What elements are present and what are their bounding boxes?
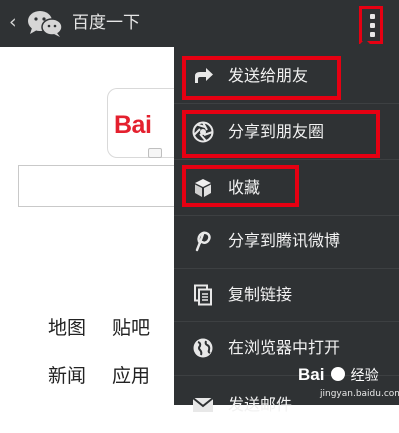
link-news[interactable]: 新闻 bbox=[48, 364, 86, 388]
share-menu: 发送给朋友 分享到朋友圈 收藏 分享到腾讯微博 复制链接 在浏览器中打开 发送邮… bbox=[174, 47, 399, 414]
link-map[interactable]: 地图 bbox=[48, 316, 86, 340]
link-tieba[interactable]: 贴吧 bbox=[112, 316, 150, 340]
divider bbox=[174, 159, 399, 160]
baidu-jingyan-watermark: Bai 经验 jingyan.baidu.com bbox=[298, 365, 399, 399]
chevron-left-icon[interactable]: ‹ bbox=[9, 10, 17, 34]
highlight-box-share-moments bbox=[182, 110, 380, 158]
menu-item-label: 发送邮件 bbox=[228, 395, 293, 414]
globe-icon bbox=[193, 338, 213, 358]
menu-item-share-weibo[interactable]: 分享到腾讯微博 bbox=[174, 215, 399, 269]
menu-item-label: 分享到腾讯微博 bbox=[228, 231, 341, 250]
page-title: 百度一下 bbox=[72, 13, 140, 33]
menu-item-label: 复制链接 bbox=[228, 285, 293, 304]
watermark-brand: Bai bbox=[298, 365, 325, 384]
highlight-box-send-to-friend bbox=[182, 56, 341, 100]
link-apps[interactable]: 应用 bbox=[112, 364, 150, 388]
menu-pointer bbox=[357, 39, 373, 47]
watermark-suffix: 经验 bbox=[350, 368, 379, 384]
menu-item-label: 在浏览器中打开 bbox=[228, 338, 341, 357]
search-input[interactable] bbox=[18, 165, 174, 207]
copy-link-icon bbox=[194, 284, 212, 306]
weibo-icon bbox=[195, 231, 211, 252]
wechat-icon bbox=[28, 11, 63, 37]
logo-mascot bbox=[148, 148, 162, 158]
mail-icon bbox=[192, 397, 214, 412]
paw-icon bbox=[330, 367, 345, 381]
divider bbox=[174, 103, 399, 104]
top-bar: ‹ 百度一下 bbox=[0, 0, 399, 47]
menu-item-copy-link[interactable]: 复制链接 bbox=[174, 269, 399, 323]
menu-item-send-email[interactable]: 发送邮件 bbox=[174, 379, 399, 433]
highlight-box-favorite bbox=[182, 165, 299, 207]
watermark-url: jingyan.baidu.com bbox=[320, 389, 399, 399]
baidu-logo-text: Bai bbox=[114, 111, 152, 139]
